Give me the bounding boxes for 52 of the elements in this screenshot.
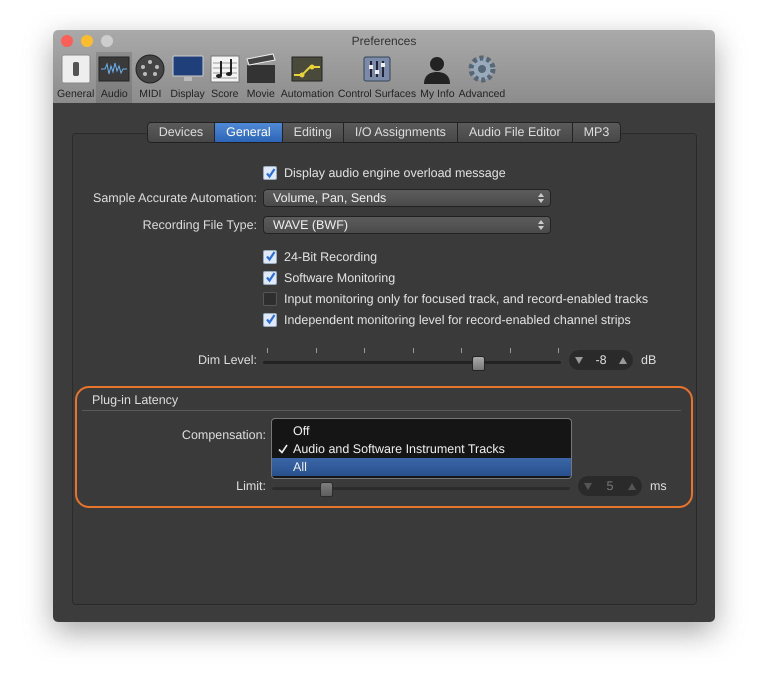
window-title: Preferences xyxy=(352,34,416,48)
tab[interactable]: Audio File Editor xyxy=(456,122,573,143)
up-down-arrows-icon xyxy=(538,220,544,230)
tab[interactable]: MP3 xyxy=(572,122,622,143)
checkbox-label: Independent monitoring level for record-enabled channel strips xyxy=(284,312,631,326)
checkbox-label: Software Monitoring xyxy=(284,270,396,284)
gear-icon xyxy=(466,53,498,85)
midi-port-icon xyxy=(134,53,166,85)
stepper-field[interactable]: -8 xyxy=(569,350,633,370)
unit-label: dB xyxy=(641,353,656,367)
checkbox[interactable] xyxy=(263,312,277,326)
checkbox-label: 24-Bit Recording xyxy=(284,250,378,264)
dropdown[interactable]: Volume, Pan, Sends xyxy=(263,189,551,207)
toolbar-item[interactable]: Display xyxy=(168,52,207,103)
field-label: Dim Level: xyxy=(196,353,257,367)
checkbox[interactable] xyxy=(263,292,277,306)
field-label: Limit: xyxy=(235,479,266,493)
toolbar-item[interactable]: MIDI xyxy=(132,52,168,103)
up-down-arrows-icon xyxy=(538,193,544,203)
sheet-music-icon xyxy=(208,53,241,85)
section-title: Plug-in Latency xyxy=(82,393,681,411)
toolbar-item[interactable]: General xyxy=(55,52,96,103)
switch-icon xyxy=(60,53,92,85)
decrement-arrow-icon[interactable] xyxy=(575,356,583,364)
field-label: Recording File Type: xyxy=(142,218,257,232)
toolbar-item[interactable]: Automation xyxy=(278,52,336,103)
checkbox-label: Input monitoring only for focused track, and record-enabled tracks xyxy=(284,292,648,306)
checkbox[interactable] xyxy=(263,166,277,180)
clapperboard-icon xyxy=(244,53,277,85)
slider-thumb[interactable] xyxy=(472,356,485,371)
toolbar-item[interactable]: Control Surfaces xyxy=(336,52,418,103)
checkbox[interactable] xyxy=(263,270,277,284)
tab[interactable]: General xyxy=(214,122,283,143)
dropdown[interactable]: WAVE (BWF) xyxy=(263,216,551,234)
toolbar-item[interactable]: Audio xyxy=(96,52,132,103)
toolbar-item[interactable]: Advanced xyxy=(456,52,508,103)
tab[interactable]: Devices xyxy=(146,122,216,143)
field-label: Sample Accurate Automation: xyxy=(92,191,257,205)
unit-label: ms xyxy=(650,479,667,493)
tab[interactable]: Editing xyxy=(282,122,344,143)
increment-arrow-icon[interactable] xyxy=(619,356,627,364)
toolbar-item[interactable]: Movie xyxy=(242,52,279,103)
toolbar-item[interactable]: Score xyxy=(206,52,243,103)
menu-item[interactable]: Off xyxy=(272,422,571,440)
toolbar-item[interactable]: My Info xyxy=(418,52,457,103)
tab[interactable]: I/O Assignments xyxy=(342,122,458,143)
checkbox[interactable] xyxy=(263,250,277,264)
field-label: Compensation: xyxy=(180,428,266,442)
menu-item[interactable]: Audio and Software Instrument Tracks xyxy=(272,440,571,458)
checkbox-label: Display audio engine overload message xyxy=(284,166,506,180)
menu-item[interactable]: All xyxy=(272,458,571,476)
slider-track[interactable] xyxy=(263,348,561,372)
